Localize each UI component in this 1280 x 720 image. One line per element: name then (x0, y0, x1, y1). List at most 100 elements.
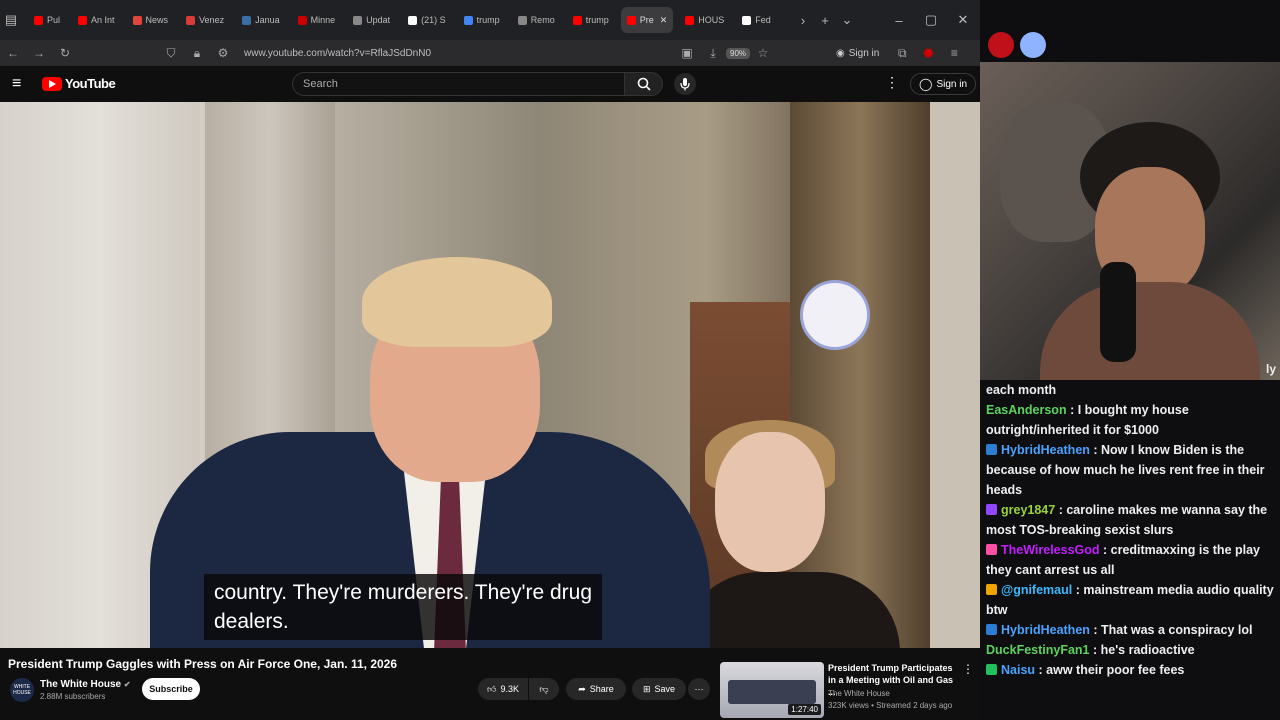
tab-search-icon[interactable]: ▤ (0, 9, 22, 31)
reload-icon[interactable]: ↻ (52, 46, 78, 60)
youtube-logo[interactable]: YouTube (42, 76, 116, 91)
browser-tab[interactable]: Venez (180, 7, 230, 33)
browser-tab[interactable]: An Int (72, 7, 121, 33)
chat-message: Naisu : aww their poor fee fees (986, 660, 1274, 680)
new-tab-icon[interactable]: + (814, 9, 836, 31)
tab-favicon-icon (242, 15, 252, 25)
youtube-logo-text: YouTube (65, 76, 116, 91)
chat-username[interactable]: HybridHeathen (1001, 443, 1090, 457)
browser-tab[interactable]: trump (458, 7, 506, 33)
tab-list-dropdown-icon[interactable]: ⌄ (836, 9, 858, 31)
recommended-video[interactable]: 1:27:40 President Trump Participates in … (720, 662, 980, 720)
channel-avatar[interactable]: WHITE HOUSE (10, 678, 34, 702)
tab-label: News (145, 15, 169, 25)
lock-icon[interactable]: 🔒︎ (184, 46, 210, 61)
browser-tab[interactable]: News (127, 7, 175, 33)
cabin-wall-right (930, 102, 980, 648)
search-input[interactable]: Search (292, 72, 625, 96)
browser-window: ▤ Pul An Int News Venez Janua Minne Updat (21) … (0, 0, 980, 720)
close-window-icon[interactable]: ✕ (952, 9, 974, 31)
subscriber-count: 2.88M subscribers (40, 692, 106, 701)
browser-tab[interactable]: Janua (236, 7, 286, 33)
share-button[interactable]: ➦ Share (566, 678, 626, 700)
shield-icon[interactable]: ⛉ (158, 46, 184, 61)
permissions-icon[interactable]: ⚙ (210, 46, 236, 60)
browser-menu-icon[interactable]: ≡ (941, 46, 967, 60)
video-player[interactable]: country. They're murderers. They're drug… (0, 102, 980, 648)
video-title: President Trump Gaggles with Press on Ai… (8, 657, 398, 671)
thumbnail-scene (728, 680, 816, 704)
chat-username[interactable]: TheWirelessGod (1001, 543, 1100, 557)
save-label: Save (654, 684, 676, 694)
url-bar: ← → ↻ ⛉ 🔒︎ ⚙ www.youtube.com/watch?v=Rfl… (0, 40, 980, 66)
more-actions-icon[interactable]: ⋯ (688, 678, 710, 700)
curtain (790, 102, 930, 648)
download-icon[interactable]: ⤓ (700, 46, 726, 61)
chat-username[interactable]: DuckFestinyFan1 (986, 643, 1090, 657)
close-tab-icon[interactable]: ✕ (660, 15, 668, 26)
tab-scroll-right-icon[interactable]: › (792, 9, 814, 31)
tab-label: Fed (755, 15, 771, 25)
chat-username[interactable]: EasAnderson (986, 403, 1067, 417)
tab-favicon-icon (572, 15, 582, 25)
tab-label: (21) S (421, 15, 446, 25)
tab-label: HOUS (698, 15, 725, 25)
address-field[interactable]: www.youtube.com/watch?v=RflaJSdDnN0 (244, 48, 674, 59)
chat-separator: : (1089, 643, 1101, 657)
tab-label: An Int (91, 15, 115, 25)
chat-message: TheWirelessGod : creditmaxxing is the pl… (986, 540, 1274, 580)
chat-message: HybridHeathen : That was a conspiracy lo… (986, 620, 1274, 640)
chat-separator: : (1055, 503, 1067, 517)
browser-tab[interactable]: HOUS (679, 7, 730, 33)
chat-message: grey1847 : caroline makes me wanna say t… (986, 500, 1274, 540)
voice-search-button[interactable] (674, 73, 696, 95)
search-button[interactable] (625, 72, 663, 96)
chat-username[interactable]: grey1847 (1001, 503, 1055, 517)
hamburger-menu-icon[interactable]: ≡ (12, 75, 21, 93)
channel-name-text: The White House (40, 679, 122, 690)
browser-tab[interactable]: Minne (292, 7, 342, 33)
more-options-icon[interactable]: ⋮ (885, 74, 899, 91)
youtube-header: ≡ YouTube Search ⋮ ◯ Sign in (0, 66, 980, 102)
save-button[interactable]: ⊞ Save (632, 678, 686, 700)
browser-tab[interactable]: Remo (512, 7, 561, 33)
crying-emote-overlay (800, 280, 870, 350)
channel-name[interactable]: The White House ✔ (40, 679, 131, 690)
recommended-more-icon[interactable]: ⋮ (962, 662, 974, 676)
tab-favicon-icon (132, 15, 142, 25)
subscribe-button[interactable]: Subscribe (142, 678, 200, 700)
extensions-icon[interactable]: ⧉ (889, 46, 915, 61)
stream-badge-overlay (984, 30, 1054, 62)
browser-tab[interactable]: trump (567, 7, 615, 33)
ublock-icon[interactable]: ⬣ (915, 46, 941, 60)
forward-icon[interactable]: → (26, 46, 52, 60)
chat-username[interactable]: @gnifemaul (1001, 583, 1072, 597)
browser-tab[interactable]: Pre ✕ (620, 7, 674, 33)
like-button[interactable]: 👍︎ 9.3K (478, 678, 528, 700)
minimize-icon[interactable]: – (888, 9, 910, 31)
browser-tab[interactable]: Fed (736, 7, 777, 33)
chat-username[interactable]: Naisu (1001, 663, 1035, 677)
webcam-feed: ly (980, 62, 1280, 380)
woman-face (715, 432, 825, 572)
tab-favicon-icon (408, 15, 418, 25)
browser-account-button[interactable]: ◉ Sign in (836, 48, 879, 59)
maximize-icon[interactable]: ▢ (920, 9, 942, 31)
like-count: 9.3K (500, 684, 519, 694)
recommended-channel[interactable]: The White House (828, 689, 890, 698)
youtube-sign-in-button[interactable]: ◯ Sign in (910, 73, 977, 95)
browser-tab[interactable]: (21) S (402, 7, 452, 33)
recommended-thumbnail[interactable]: 1:27:40 (720, 662, 824, 718)
browser-sign-in-label: Sign in (848, 47, 880, 59)
chat-username[interactable]: HybridHeathen (1001, 623, 1090, 637)
reader-view-icon[interactable]: ▣ (674, 46, 700, 60)
chat-message: HybridHeathen : Now I know Biden is the … (986, 440, 1274, 500)
back-icon[interactable]: ← (0, 46, 26, 60)
bookmark-star-icon[interactable]: ☆ (750, 46, 776, 60)
zoom-level[interactable]: 90% (726, 47, 751, 59)
browser-tab[interactable]: Updat (347, 7, 396, 33)
browser-tab[interactable]: Pul (28, 7, 66, 33)
chat-separator: : (1072, 583, 1084, 597)
dislike-button[interactable]: 👎︎ (529, 678, 559, 700)
chat-separator: : (1089, 623, 1102, 637)
